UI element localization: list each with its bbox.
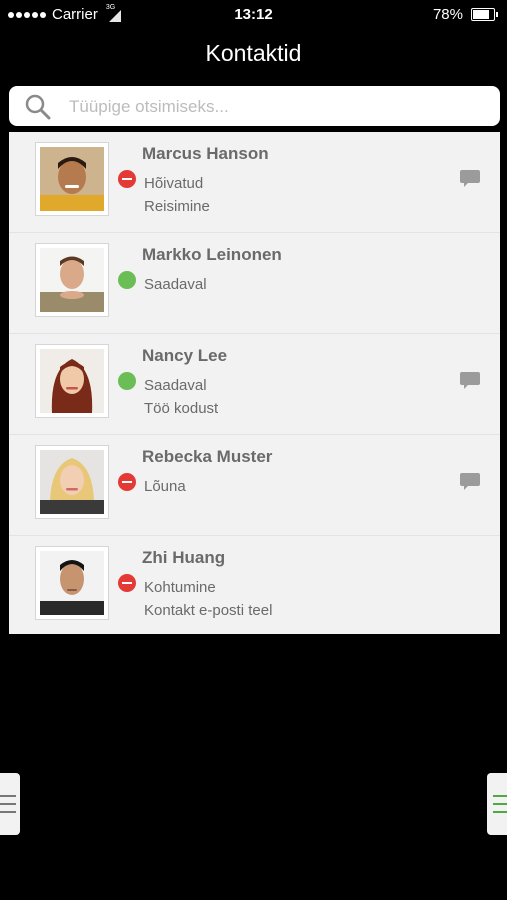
status-bar: Carrier 3G 13:12 78% (0, 0, 507, 32)
menu-line (493, 811, 507, 813)
chat-icon[interactable] (460, 170, 480, 188)
contact-row-marcus-hanson[interactable]: Marcus Hanson Hõivatud Reisimine (9, 132, 500, 233)
avatar (35, 243, 109, 317)
contact-name: Markko Leinonen (142, 245, 282, 264)
available-status-icon (118, 372, 136, 390)
contact-row-rebecka-muster[interactable]: Rebecka Muster Lõuna (9, 435, 500, 536)
left-menu-handle[interactable] (0, 773, 20, 835)
avatar (35, 142, 109, 216)
avatar (35, 546, 109, 620)
right-menu-handle[interactable] (487, 773, 507, 835)
busy-status-icon (118, 574, 136, 592)
avatar (35, 344, 109, 418)
contact-list: Marcus Hanson Hõivatud Reisimine Markko … (9, 132, 500, 634)
menu-line (493, 803, 507, 805)
menu-line (0, 803, 16, 805)
contact-name: Rebecka Muster (142, 447, 273, 466)
search-icon (25, 94, 51, 120)
search-input[interactable] (67, 96, 491, 118)
contact-name: Marcus Hanson (142, 144, 269, 163)
contact-name: Nancy Lee (142, 346, 228, 365)
contact-row-nancy-lee[interactable]: Nancy Lee Saadaval Töö kodust (9, 334, 500, 435)
page-title: Kontaktid (205, 40, 302, 66)
status-right: 78% (432, 6, 498, 23)
contact-note: Reisimine (144, 198, 210, 215)
battery-icon (471, 8, 498, 21)
chat-icon[interactable] (460, 372, 480, 390)
contact-row-markko-leinonen[interactable]: Markko Leinonen Saadaval (9, 233, 500, 334)
contact-status: Saadaval (144, 276, 207, 293)
busy-status-icon (118, 170, 136, 188)
contact-status: Hõivatud (144, 175, 204, 192)
menu-line (0, 811, 16, 813)
contact-row-zhi-huang[interactable]: Zhi Huang Kohtumine Kontakt e-posti teel (9, 536, 500, 636)
battery-percent: 78% (432, 6, 463, 23)
chat-icon[interactable] (460, 473, 480, 491)
contact-status: Lõuna (144, 478, 186, 495)
contact-name: Zhi Huang (142, 548, 226, 567)
contact-note: Kontakt e-posti teel (144, 602, 273, 619)
contact-status: Kohtumine (144, 579, 216, 596)
contact-status: Saadaval (144, 377, 207, 394)
busy-status-icon (118, 473, 136, 491)
menu-line (0, 795, 16, 797)
search-bar[interactable] (9, 86, 500, 126)
contact-note: Töö kodust (144, 400, 219, 417)
status-time: 13:12 (234, 6, 273, 23)
available-status-icon (118, 271, 136, 289)
avatar (35, 445, 109, 519)
menu-line (493, 795, 507, 797)
